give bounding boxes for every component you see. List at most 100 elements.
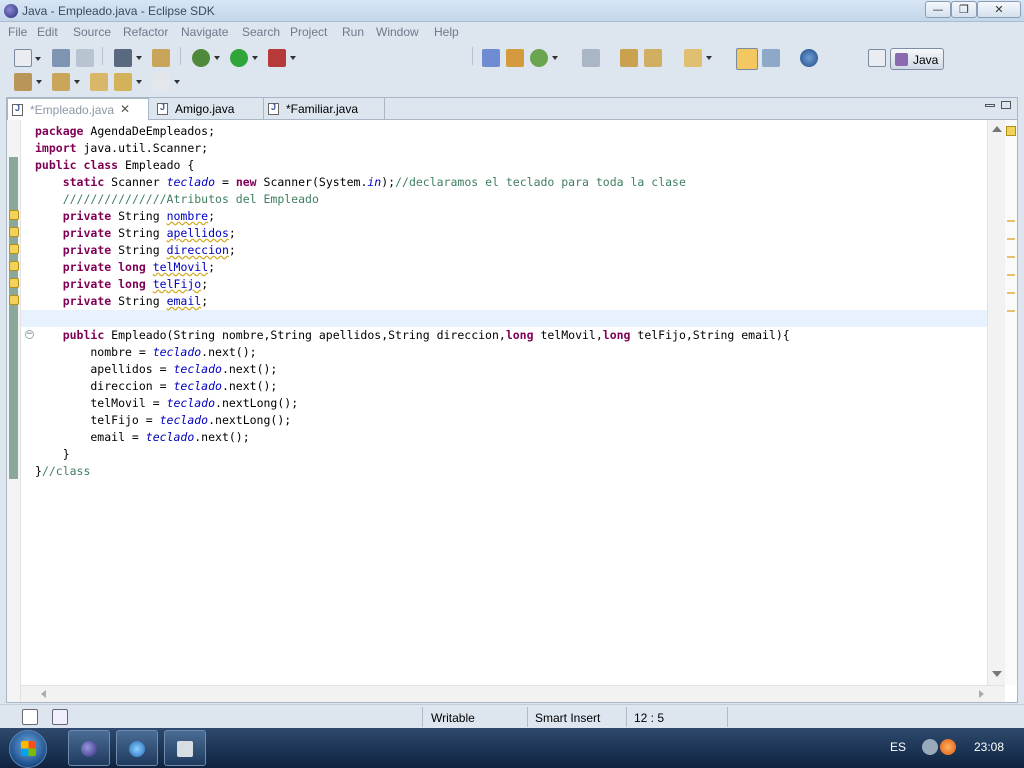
overview-warning-mark[interactable] bbox=[1007, 238, 1015, 240]
taskbar-app[interactable] bbox=[164, 730, 206, 766]
close-button[interactable]: ✕ bbox=[977, 1, 1021, 18]
warnings-summary-icon[interactable] bbox=[1006, 126, 1016, 136]
taskbar-internet-explorer[interactable] bbox=[116, 730, 158, 766]
menu-project[interactable]: Project bbox=[290, 25, 327, 39]
menu-source[interactable]: Source bbox=[73, 25, 111, 39]
overview-warning-mark[interactable] bbox=[1007, 220, 1015, 222]
code-line[interactable]: static Scanner teclado = new Scanner(Sys… bbox=[35, 174, 686, 191]
code-line[interactable]: private String nombre; bbox=[35, 208, 215, 225]
code-line[interactable]: private String direccion; bbox=[35, 242, 236, 259]
code-line[interactable]: private long telFijo; bbox=[35, 276, 208, 293]
warning-icon[interactable] bbox=[9, 244, 19, 254]
menu-refactor[interactable]: Refactor bbox=[123, 25, 168, 39]
vertical-scrollbar[interactable] bbox=[987, 120, 1005, 685]
code-line[interactable]: email = teclado.next(); bbox=[35, 429, 249, 446]
close-tab-icon[interactable]: ✕ bbox=[120, 102, 130, 116]
new-icon[interactable] bbox=[14, 49, 41, 67]
open-folder-icon[interactable] bbox=[620, 49, 638, 67]
menu-navigate[interactable]: Navigate bbox=[181, 25, 228, 39]
warning-icon[interactable] bbox=[9, 261, 19, 271]
code-line[interactable]: apellidos = teclado.next(); bbox=[35, 361, 277, 378]
previous-annotation-icon[interactable] bbox=[52, 73, 80, 91]
code-editor[interactable]: − package AgendaDeEmpleados; import java.… bbox=[21, 120, 987, 685]
external-tools-icon[interactable] bbox=[268, 49, 296, 67]
open-perspective-icon[interactable] bbox=[868, 49, 886, 67]
fast-view-icon[interactable] bbox=[22, 709, 38, 725]
code-line[interactable]: telMovil = teclado.nextLong(); bbox=[35, 395, 298, 412]
code-line[interactable]: private String apellidos; bbox=[35, 225, 236, 242]
warning-icon[interactable] bbox=[9, 295, 19, 305]
maximize-button[interactable]: ❐ bbox=[951, 1, 977, 18]
overview-warning-mark[interactable] bbox=[1007, 310, 1015, 312]
warning-icon[interactable] bbox=[9, 278, 19, 288]
code-line[interactable]: public Empleado(String nombre,String ape… bbox=[35, 327, 790, 344]
code-token: } bbox=[35, 447, 70, 461]
menu-edit[interactable]: Edit bbox=[37, 25, 58, 39]
back-arrow-icon[interactable] bbox=[114, 73, 142, 91]
highlight-icon[interactable] bbox=[736, 48, 758, 70]
scroll-right-icon[interactable] bbox=[979, 690, 984, 698]
menu-run[interactable]: Run bbox=[342, 25, 364, 39]
task-list-icon[interactable] bbox=[582, 49, 600, 67]
forward-arrow-icon[interactable] bbox=[152, 73, 180, 91]
scroll-up-icon[interactable] bbox=[992, 126, 1002, 132]
code-line[interactable]: direccion = teclado.next(); bbox=[35, 378, 277, 395]
start-button[interactable] bbox=[9, 730, 47, 768]
code-token: apellidos = bbox=[35, 362, 174, 376]
browser-icon[interactable] bbox=[800, 49, 818, 67]
menu-help[interactable]: Help bbox=[434, 25, 459, 39]
code-line[interactable]: public class Empleado { bbox=[35, 157, 194, 174]
open-type-icon[interactable] bbox=[114, 49, 142, 67]
warning-icon[interactable] bbox=[9, 227, 19, 237]
open-resource-icon[interactable] bbox=[152, 49, 170, 67]
scroll-down-icon[interactable] bbox=[992, 671, 1002, 677]
debug-icon[interactable] bbox=[192, 49, 220, 67]
menu-window[interactable]: Window bbox=[376, 25, 419, 39]
code-line[interactable]: private long telMovil; bbox=[35, 259, 215, 276]
overview-warning-mark[interactable] bbox=[1007, 292, 1015, 294]
menu-file[interactable]: File bbox=[8, 25, 27, 39]
run-icon[interactable] bbox=[230, 49, 258, 67]
warning-icon[interactable] bbox=[9, 210, 19, 220]
print-icon[interactable] bbox=[76, 49, 94, 67]
code-line[interactable]: telFijo = teclado.nextLong(); bbox=[35, 412, 291, 429]
next-annotation-icon[interactable] bbox=[14, 73, 42, 91]
minimize-view-icon[interactable] bbox=[985, 104, 995, 107]
minimize-button[interactable]: — bbox=[925, 1, 951, 18]
tab-amigo[interactable]: Amigo.java bbox=[153, 98, 263, 120]
tray-app-icon[interactable] bbox=[940, 739, 956, 755]
search-icon[interactable] bbox=[644, 49, 662, 67]
tab-empleado[interactable]: *Empleado.java ✕ bbox=[7, 98, 149, 120]
overview-warning-mark[interactable] bbox=[1007, 274, 1015, 276]
tab-familiar[interactable]: *Familiar.java bbox=[263, 98, 385, 120]
taskbar-eclipse[interactable] bbox=[68, 730, 110, 766]
fold-collapse-icon[interactable]: − bbox=[25, 330, 34, 339]
folder-icon[interactable] bbox=[684, 49, 712, 67]
code-line[interactable]: ///////////////Atributos del Empleado bbox=[35, 191, 319, 208]
code-line[interactable]: package AgendaDeEmpleados; bbox=[35, 123, 215, 140]
code-line[interactable]: nombre = teclado.next(); bbox=[35, 344, 256, 361]
new-package-icon[interactable] bbox=[506, 49, 524, 67]
network-icon[interactable] bbox=[922, 739, 938, 755]
new-class-icon[interactable] bbox=[530, 49, 558, 67]
code-line[interactable]: } bbox=[35, 446, 70, 463]
menu-search[interactable]: Search bbox=[242, 25, 280, 39]
language-indicator[interactable]: ES bbox=[890, 740, 906, 754]
overview-warning-mark[interactable] bbox=[1007, 256, 1015, 258]
progress-view-icon[interactable] bbox=[52, 709, 68, 725]
code-line[interactable]: import java.util.Scanner; bbox=[35, 140, 208, 157]
overview-ruler[interactable] bbox=[1005, 120, 1017, 685]
code-line[interactable]: private String email; bbox=[35, 293, 208, 310]
code-token: .nextLong(); bbox=[215, 396, 299, 410]
new-java-project-icon[interactable] bbox=[482, 49, 500, 67]
clock[interactable]: 23:08 bbox=[974, 740, 1004, 754]
save-icon[interactable] bbox=[52, 49, 70, 67]
maximize-view-icon[interactable] bbox=[1001, 101, 1011, 109]
last-edit-location-icon[interactable] bbox=[90, 73, 108, 91]
scroll-left-icon[interactable] bbox=[41, 690, 46, 698]
code-line[interactable]: }//class bbox=[35, 463, 90, 480]
horizontal-scrollbar[interactable] bbox=[21, 685, 1005, 702]
java-perspective-button[interactable]: Java bbox=[890, 48, 944, 70]
show-whitespace-icon[interactable] bbox=[762, 49, 780, 67]
